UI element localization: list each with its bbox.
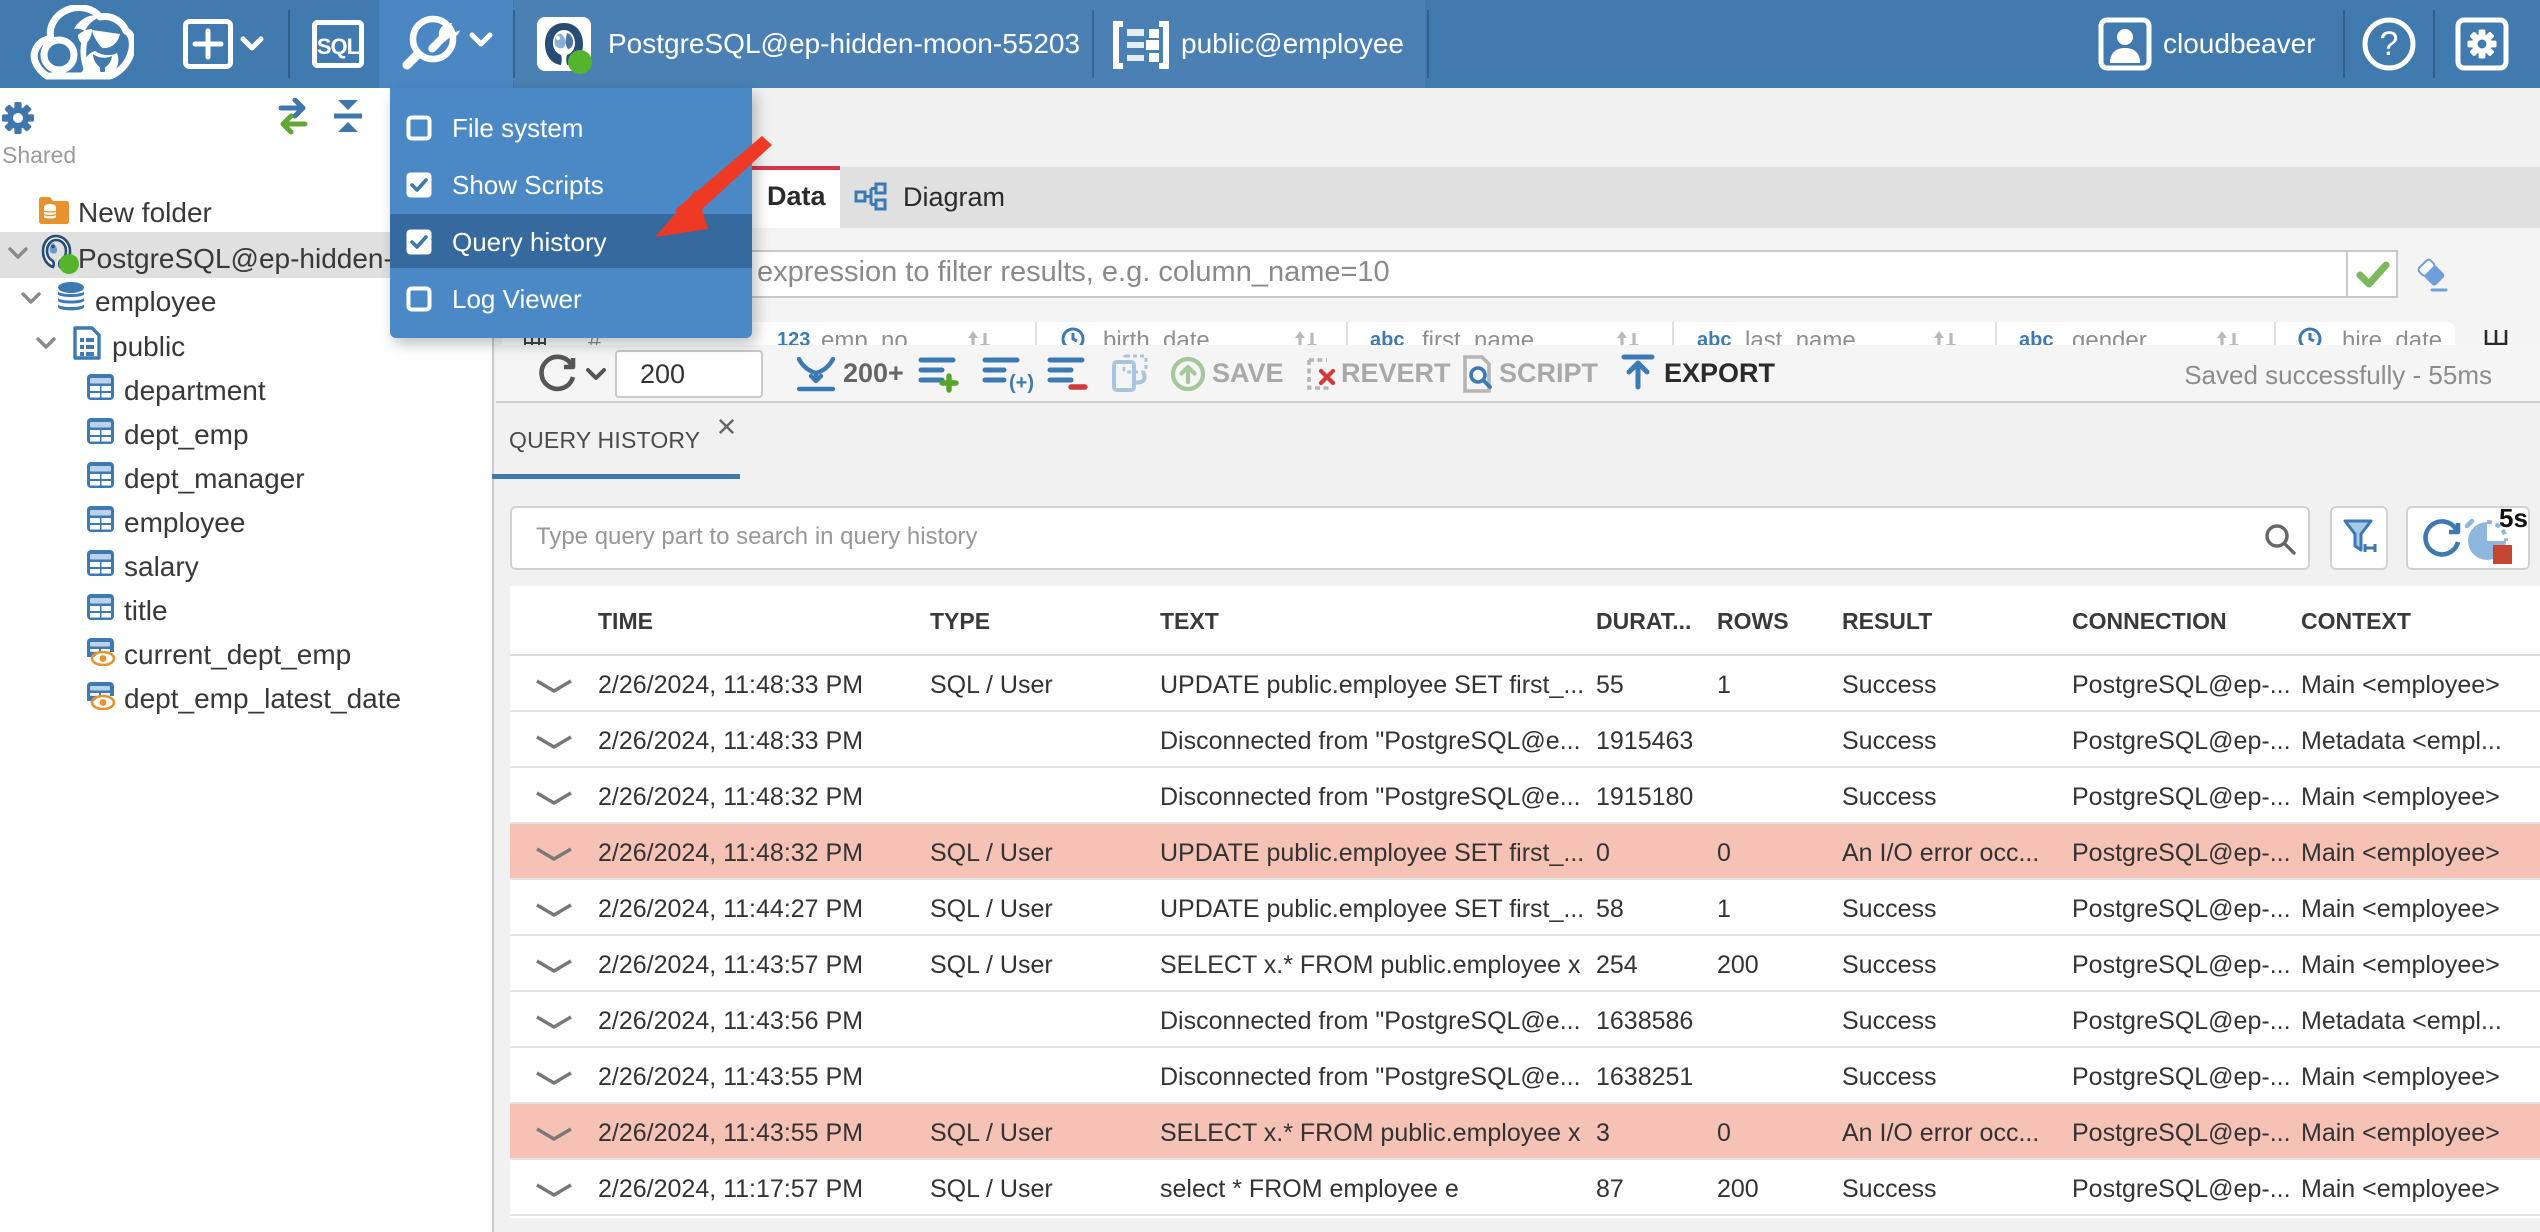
svg-text:SQL: SQL [317,34,360,59]
svg-text:?: ? [2380,25,2399,63]
